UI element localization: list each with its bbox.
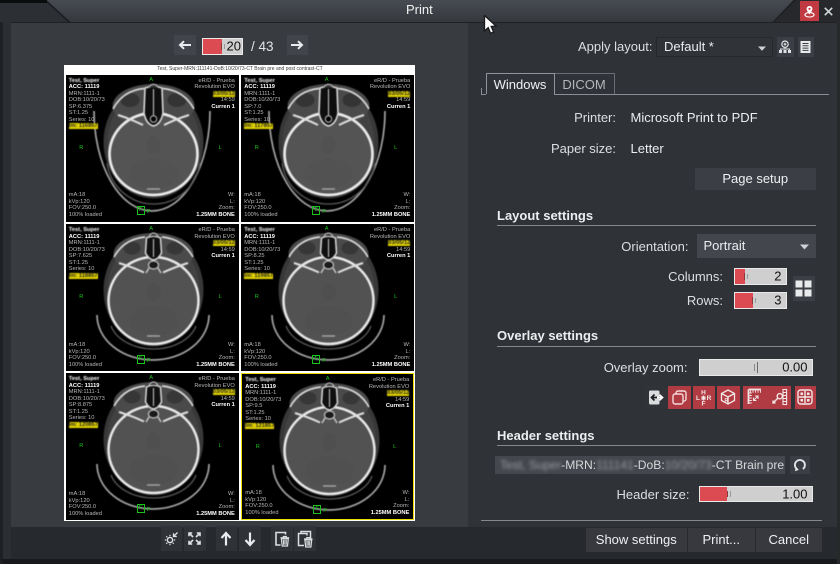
svg-text:L: L [696,395,700,402]
svg-text:R: R [707,395,712,402]
svg-text:H: H [701,389,706,396]
svg-text:R: R [725,398,729,404]
svg-text:F: F [702,400,706,406]
